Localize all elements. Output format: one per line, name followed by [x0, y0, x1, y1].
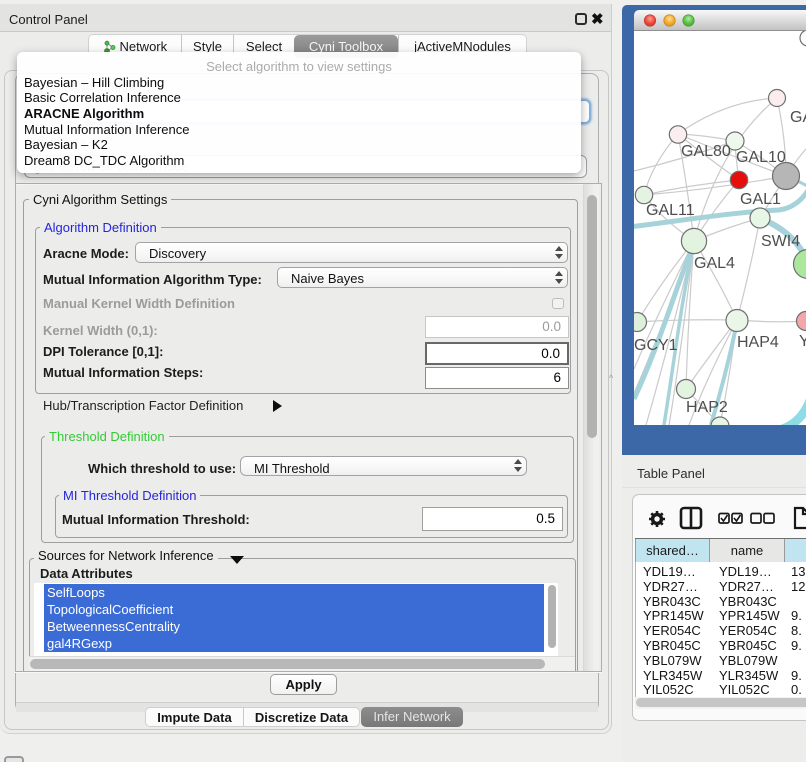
- svg-text:SWI4: SWI4: [761, 233, 800, 250]
- svg-text:HAP4: HAP4: [737, 334, 779, 351]
- svg-text:HAP2: HAP2: [686, 399, 728, 416]
- svg-text:GCY1: GCY1: [634, 337, 678, 354]
- svg-text:GAL10: GAL10: [736, 149, 786, 166]
- svg-text:GAL2: GAL2: [790, 109, 806, 126]
- svg-text:GAL1: GAL1: [740, 191, 781, 208]
- svg-text:GAL80: GAL80: [681, 143, 731, 160]
- svg-text:GAL11: GAL11: [646, 202, 695, 219]
- svg-text:YJL: YJL: [799, 333, 806, 350]
- svg-text:GAL4: GAL4: [694, 255, 735, 272]
